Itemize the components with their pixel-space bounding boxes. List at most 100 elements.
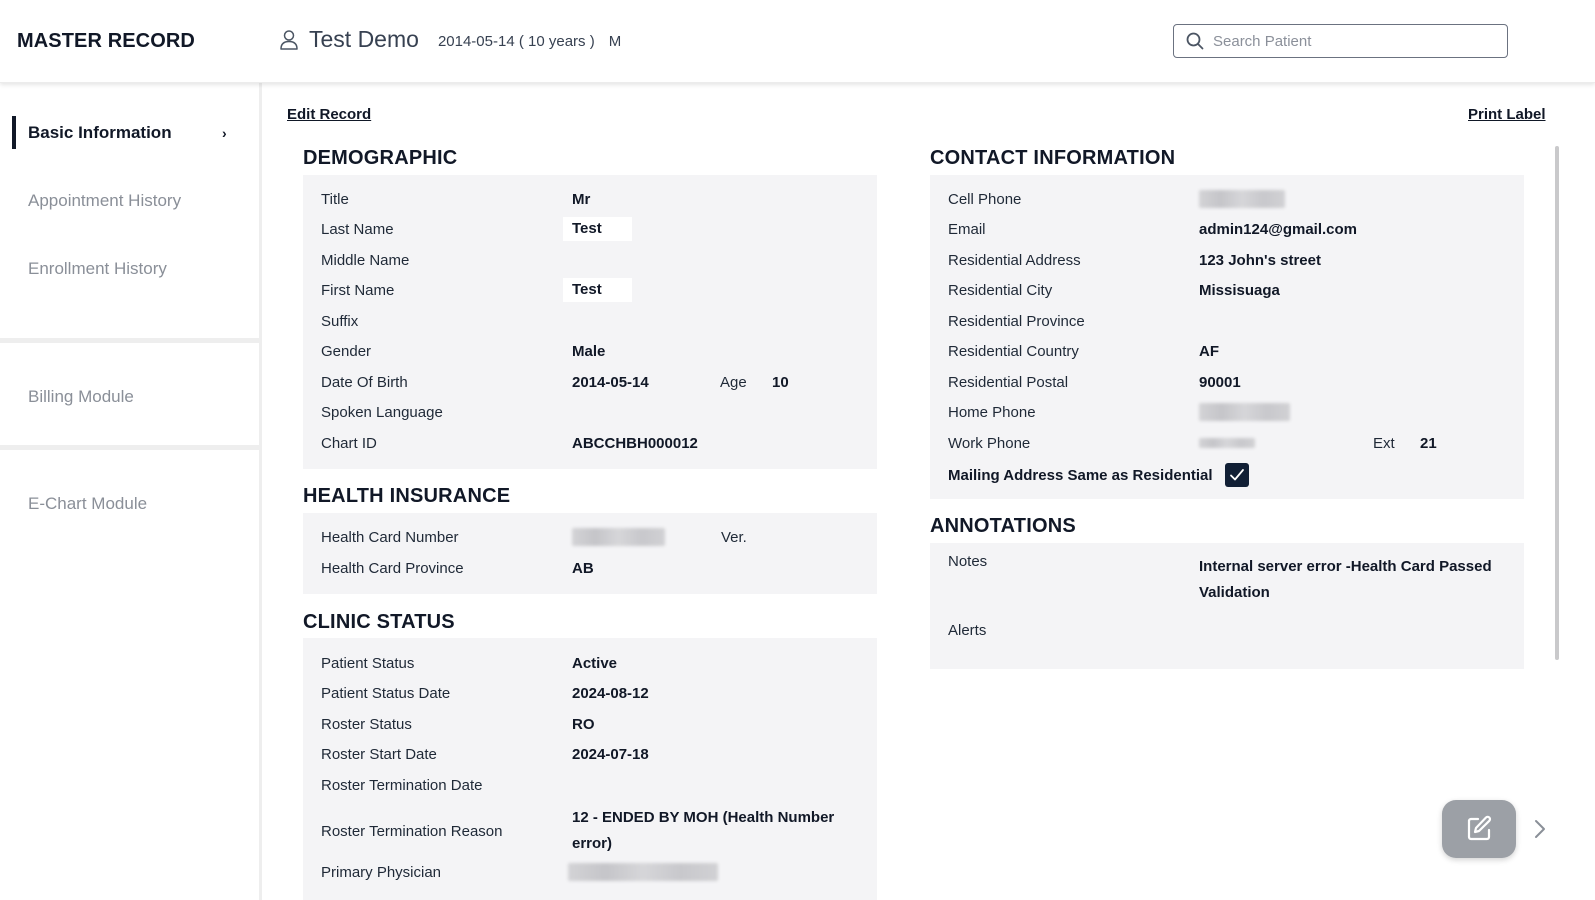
- field-row-residential-country: Residential Country AF: [948, 340, 1219, 362]
- field-label: Chart ID: [321, 434, 377, 452]
- sidebar-item-enrollment-history[interactable]: Enrollment History: [0, 235, 259, 303]
- field-label: Work Phone: [948, 434, 1031, 452]
- field-label: Roster Termination Date: [321, 776, 483, 794]
- value-line: error): [572, 835, 613, 852]
- field-value: 90001: [1199, 373, 1241, 391]
- annotations-title: ANNOTATIONS: [930, 515, 1076, 537]
- field-label: Residential City: [948, 281, 1053, 299]
- edit-record-link[interactable]: Edit Record: [287, 106, 371, 123]
- print-label-link[interactable]: Print Label: [1468, 106, 1546, 123]
- field-value: Active: [572, 654, 618, 672]
- sidebar-group-echart: E-Chart Module: [0, 450, 259, 538]
- value-line: Internal server error -Health Card Passe…: [1199, 558, 1492, 575]
- age-value: 10: [772, 373, 789, 391]
- ext-value: 21: [1420, 434, 1437, 452]
- redacted-primary-physician: [568, 863, 718, 881]
- app-title: MASTER RECORD: [17, 30, 195, 52]
- search-box[interactable]: [1173, 24, 1508, 58]
- mailing-same-row: Mailing Address Same as Residential: [948, 462, 1249, 488]
- field-row-gender: Gender Male: [321, 340, 605, 362]
- field-value: AF: [1199, 342, 1219, 360]
- user-icon: [280, 29, 298, 50]
- field-row-title: Title Mr: [321, 188, 590, 210]
- field-label: Date Of Birth: [321, 373, 408, 391]
- field-row-patient-status: Patient Status Active: [321, 652, 617, 674]
- field-value: Missisuaga: [1199, 281, 1280, 299]
- sidebar-item-label: Appointment History: [28, 191, 182, 210]
- clinic-status-title: CLINIC STATUS: [303, 611, 455, 633]
- field-row-spoken-language: Spoken Language: [321, 401, 572, 423]
- field-value: admin124@gmail.com: [1199, 220, 1358, 238]
- field-row-residential-postal: Residential Postal 90001: [948, 371, 1241, 393]
- sidebar-item-e-chart-module[interactable]: E-Chart Module: [0, 470, 259, 538]
- sidebar-group-records: Basic Information › Appointment History …: [0, 99, 259, 343]
- field-row-middle-name: Middle Name: [321, 249, 572, 271]
- field-row-roster-termination-reason: Roster Termination Reason 12 - ENDED BY …: [321, 804, 834, 858]
- field-label: Health Card Province: [321, 559, 464, 577]
- patient-name: Test Demo: [309, 26, 419, 52]
- value-line: 12 - ENDED BY MOH (Health Number: [572, 809, 835, 826]
- field-label: Health Card Number: [321, 528, 459, 546]
- field-value: AB: [572, 559, 594, 577]
- demographic-title: DEMOGRAPHIC: [303, 147, 458, 169]
- field-row-email: Email admin124@gmail.com: [948, 218, 1357, 240]
- clinic-status-panel: Patient Status Active Patient Status Dat…: [303, 638, 877, 900]
- field-value: Test: [563, 217, 632, 241]
- health-insurance-title: HEALTH INSURANCE: [303, 485, 511, 507]
- edit-floating-button[interactable]: [1442, 800, 1516, 858]
- field-row-roster-status: Roster Status RO: [321, 713, 595, 735]
- field-label: Residential Country: [948, 342, 1079, 360]
- sidebar-item-basic-information[interactable]: Basic Information ›: [0, 99, 259, 167]
- ext-label: Ext: [1373, 434, 1395, 452]
- field-label: Cell Phone: [948, 190, 1022, 208]
- field-row-last-name: Last Name Test: [321, 217, 632, 241]
- field-label: Middle Name: [321, 251, 410, 269]
- field-label: Email: [948, 220, 986, 238]
- field-value: Test: [563, 278, 632, 302]
- field-label: First Name: [321, 281, 395, 299]
- field-value: 2024-07-18: [572, 745, 649, 763]
- field-value: RO: [572, 715, 595, 733]
- sidebar-item-label: E-Chart Module: [28, 494, 148, 513]
- field-row-first-name: First Name Test: [321, 278, 632, 302]
- age-label: Age: [720, 373, 747, 391]
- redacted-work-phone: [1199, 438, 1255, 448]
- sidebar-item-label: Enrollment History: [28, 259, 167, 278]
- field-label: Roster Status: [321, 715, 412, 733]
- field-row-primary-physician: Primary Physician: [321, 861, 718, 883]
- field-label: Residential Postal: [948, 373, 1069, 391]
- redacted-cell-phone: [1199, 190, 1285, 208]
- field-label: Last Name: [321, 220, 394, 238]
- patient-dob-age: 2014-05-14 ( 10 years ): [437, 33, 595, 50]
- active-indicator: [12, 116, 16, 149]
- field-label: Roster Start Date: [321, 745, 437, 763]
- patient-summary: Test Demo 2014-05-14 ( 10 years ) M: [279, 26, 621, 53]
- value-line: Validation: [1199, 584, 1270, 601]
- field-row-chart-id: Chart ID ABCCHBH000012: [321, 432, 698, 454]
- sidebar-item-appointment-history[interactable]: Appointment History: [0, 167, 259, 235]
- field-row-health-card-province: Health Card Province AB: [321, 557, 594, 579]
- sidebar-item-label: Basic Information: [28, 123, 172, 142]
- field-row-roster-start-date: Roster Start Date 2024-07-18: [321, 743, 649, 765]
- field-label: Alerts: [948, 621, 987, 639]
- field-label: Residential Province: [948, 312, 1085, 330]
- field-row-residential-address: Residential Address 123 John's street: [948, 249, 1321, 271]
- field-label: Spoken Language: [321, 403, 443, 421]
- health-insurance-panel: Health Card Number Ver. Health Card Prov…: [303, 513, 877, 594]
- field-label: Title: [321, 190, 349, 208]
- mailing-same-checkbox[interactable]: [1224, 463, 1249, 487]
- field-row-suffix: Suffix: [321, 310, 572, 332]
- field-row-residential-city: Residential City Missisuaga: [948, 279, 1280, 301]
- annotations-panel: Notes Internal server error -Health Card…: [930, 543, 1524, 669]
- search-patient-input[interactable]: [1213, 32, 1493, 50]
- chevron-right-icon: ›: [222, 125, 227, 141]
- redacted-health-card-number: [572, 528, 665, 546]
- field-row-patient-status-date: Patient Status Date 2024-08-12: [321, 682, 649, 704]
- sidebar-item-billing-module[interactable]: Billing Module: [0, 363, 259, 431]
- vertical-scrollbar[interactable]: [1555, 146, 1559, 660]
- field-row-alerts: Alerts: [948, 619, 1199, 641]
- main-content: Edit Record Print Label DEMOGRAPHIC Titl…: [265, 83, 1595, 900]
- field-row-home-phone: Home Phone: [948, 401, 1290, 423]
- chevron-right-icon[interactable]: [1531, 817, 1549, 841]
- field-value: ABCCHBH000012: [572, 434, 698, 452]
